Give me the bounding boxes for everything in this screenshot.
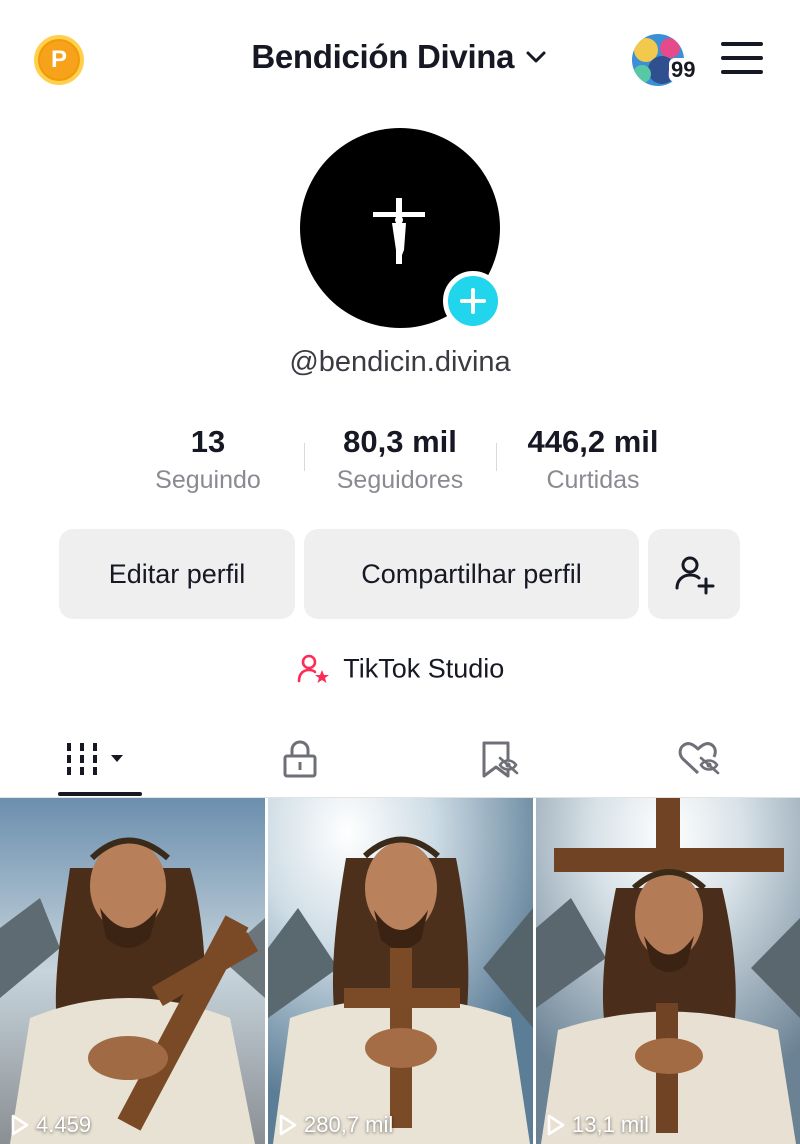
tab-private[interactable] <box>250 720 350 798</box>
view-count-value: 280,7 mil <box>304 1112 394 1137</box>
view-count-value: 4.459 <box>36 1112 92 1137</box>
studio-label: TikTok Studio <box>343 653 505 684</box>
edit-profile-button[interactable]: Editar perfil <box>59 529 295 619</box>
video-thumbnail-image <box>268 798 533 1144</box>
play-icon <box>547 1114 565 1136</box>
view-count: 280,7 mil <box>278 1112 393 1138</box>
plus-icon <box>460 288 486 314</box>
video-thumbnail[interactable]: 280,7 mil <box>268 798 533 1144</box>
following-label: Seguindo <box>155 466 261 494</box>
videos-grid-icon <box>67 743 123 775</box>
view-count: 13,1 mil <box>546 1112 649 1138</box>
menu-icon[interactable] <box>721 42 763 76</box>
studio-icon <box>297 654 329 683</box>
play-icon <box>11 1114 29 1136</box>
likes-count: 446,2 mil <box>527 424 659 459</box>
video-thumbnail-image <box>0 798 265 1144</box>
active-tab-indicator <box>58 792 142 796</box>
followers-count: 80,3 mil <box>343 424 457 459</box>
stat-divider <box>304 443 305 471</box>
bookmark-hidden-icon <box>482 741 519 778</box>
tab-liked[interactable] <box>650 720 750 798</box>
video-grid: 4.459 280,7 mil 13,1 mil <box>0 798 800 1144</box>
stat-divider <box>496 443 497 471</box>
lock-icon <box>283 740 317 778</box>
tab-saved[interactable] <box>450 720 550 798</box>
account-name[interactable]: Bendición Divina <box>251 38 514 76</box>
video-thumbnail-image <box>536 798 800 1144</box>
video-thumbnail[interactable]: 4.459 <box>0 798 265 1144</box>
add-friends-button[interactable] <box>648 529 740 619</box>
view-count-value: 13,1 mil <box>572 1112 650 1137</box>
add-person-icon <box>675 556 715 595</box>
notification-count-badge: 99 <box>669 57 698 82</box>
view-count: 4.459 <box>10 1112 91 1138</box>
share-profile-button[interactable]: Compartilhar perfil <box>304 529 639 619</box>
add-avatar-button[interactable] <box>443 271 503 331</box>
video-thumbnail[interactable]: 13,1 mil <box>536 798 800 1144</box>
tab-videos[interactable] <box>50 720 150 798</box>
top-bar: P Bendición Divina 99 <box>0 0 800 120</box>
stat-following[interactable]: 13 Seguindo <box>148 420 268 495</box>
play-icon <box>279 1114 297 1136</box>
likes-label: Curtidas <box>546 466 640 494</box>
stat-followers[interactable]: 80,3 mil Seguidores <box>320 420 480 495</box>
following-count: 13 <box>190 424 226 459</box>
content-tabs <box>0 720 800 798</box>
liked-hidden-icon <box>678 742 720 775</box>
followers-label: Seguidores <box>336 466 464 494</box>
chevron-down-icon <box>526 51 546 63</box>
username: @bendicin.divina <box>289 346 511 378</box>
stat-likes[interactable]: 446,2 mil Curtidas <box>508 420 678 495</box>
tiktok-studio-link[interactable]: TikTok Studio <box>0 652 800 686</box>
